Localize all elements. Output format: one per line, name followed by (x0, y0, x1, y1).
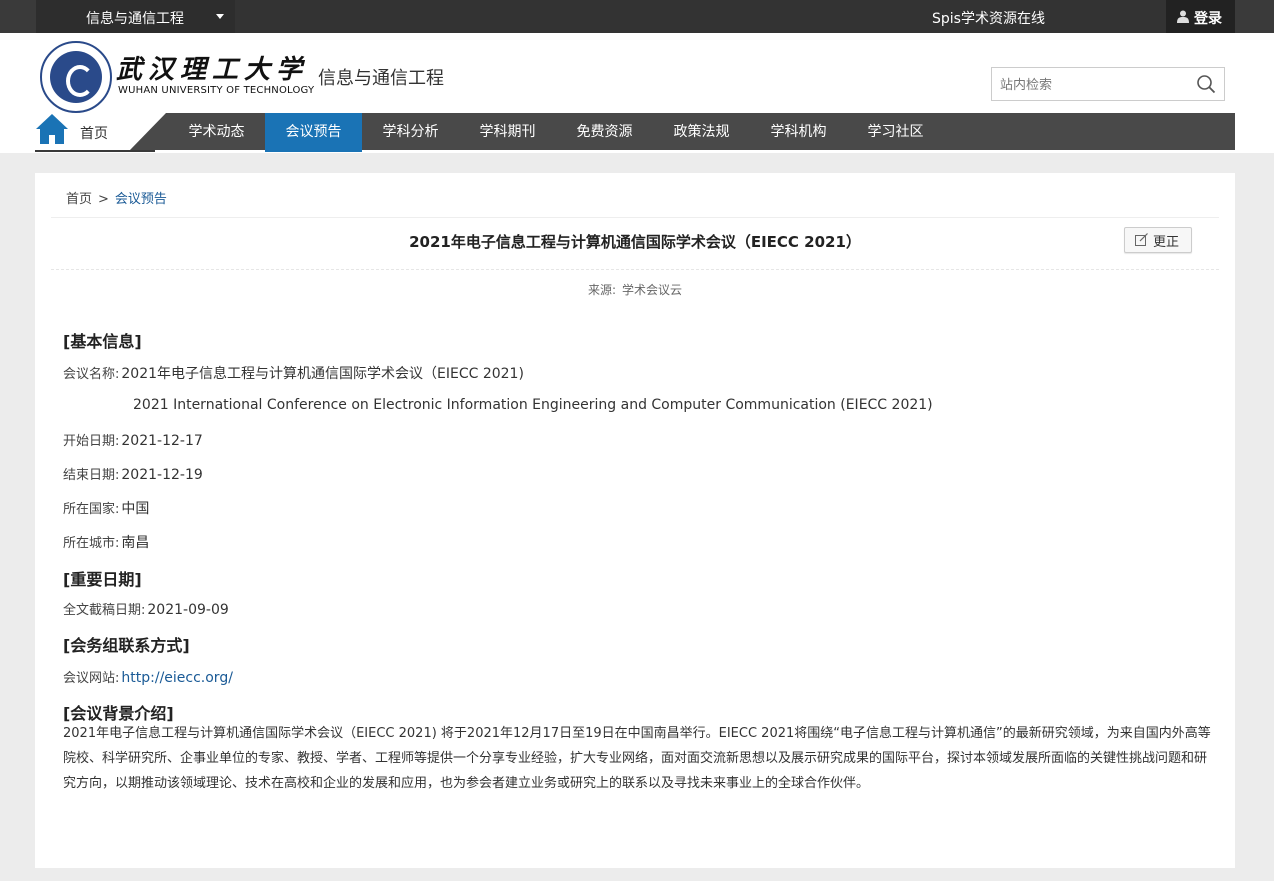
field-website: 会议网站: http://eiecc.org/ (63, 667, 233, 686)
field-label: 会议名称: (63, 367, 120, 382)
field-city: 所在城市: 南昌 (63, 532, 149, 552)
correct-button[interactable]: 更正 (1124, 227, 1192, 253)
search-input[interactable] (998, 74, 1182, 96)
content-panel: 首页 > 会议预告 2021年电子信息工程与计算机通信国际学术会议（EIECC 20… (35, 173, 1235, 868)
nav-item-discipline-analysis[interactable]: 学科分析 (362, 113, 459, 152)
site-select-dropdown[interactable]: 信息与通信工程 (36, 0, 235, 33)
field-value: 2021-12-19 (121, 467, 203, 483)
field-value: 中国 (121, 501, 150, 517)
nav-item-institutions[interactable]: 学科机构 (750, 113, 847, 152)
website-link[interactable]: http://eiecc.org/ (121, 670, 233, 686)
breadcrumb-current[interactable]: 会议预告 (115, 192, 167, 207)
university-name-en: WUHAN UNIVERSITY OF TECHNOLOGY (118, 85, 315, 96)
top-bar-inner: 信息与通信工程 Spis学术资源在线 登录 (36, 0, 1235, 33)
university-name-cn: 武汉理工大学 (116, 55, 309, 85)
portal-title[interactable]: Spis学术资源在线 (932, 8, 1045, 28)
field-end-date: 结束日期: 2021-12-19 (63, 464, 203, 483)
field-label: 会议网站: (63, 671, 120, 686)
article-source: 来源: 学术会议云 (35, 281, 1235, 298)
field-label: 所在国家: (63, 502, 120, 517)
field-value: 南昌 (121, 535, 150, 551)
nav-item-academic-news[interactable]: 学术动态 (168, 113, 265, 152)
user-icon (1177, 10, 1189, 23)
divider-dashed (51, 269, 1219, 270)
article-title: 2021年电子信息工程与计算机通信国际学术会议（EIECC 2021） (409, 233, 861, 251)
field-label: 结束日期: (63, 468, 120, 483)
nav-item-community[interactable]: 学习社区 (847, 113, 944, 152)
section-heading-contact: [会务组联系方式] (63, 636, 190, 655)
seal-emblem (66, 65, 94, 97)
nav-home-label: 首页 (80, 126, 108, 142)
chevron-down-icon (216, 14, 224, 19)
source-label: 来源: (587, 283, 617, 297)
field-value: 2021-09-09 (147, 602, 229, 618)
field-value: 2021-12-17 (121, 433, 203, 449)
field-conference-name-en: 2021 International Conference on Electro… (133, 397, 933, 413)
field-label: 所在城市: (63, 536, 120, 551)
nav-item-free-resources[interactable]: 免费资源 (556, 113, 653, 152)
field-country: 所在国家: 中国 (63, 498, 149, 518)
login-label: 登录 (1194, 11, 1222, 27)
nav-item-journals[interactable]: 学科期刊 (459, 113, 556, 152)
field-start-date: 开始日期: 2021-12-17 (63, 430, 203, 449)
background-paragraph: 2021年电子信息工程与计算机通信国际学术会议（EIECC 2021) 将于20… (63, 726, 1211, 791)
divider (51, 217, 1219, 218)
breadcrumb-home[interactable]: 首页 (66, 192, 92, 207)
section-heading-important-dates: [重要日期] (63, 570, 142, 589)
field-conference-name: 会议名称: 2021年电子信息工程与计算机通信国际学术会议（EIECC 2021) (63, 363, 524, 383)
edit-icon (1135, 233, 1148, 246)
nav-item-conference-preview[interactable]: 会议预告 (265, 113, 362, 152)
main-nav: 首页 学术动态 会议预告 学科分析 学科期刊 免费资源 政策法规 学科机构 学习… (0, 113, 1274, 152)
home-icon (36, 114, 68, 144)
field-label: 全文截稿日期: (63, 603, 146, 618)
department-title: 信息与通信工程 (318, 68, 444, 89)
login-button[interactable]: 登录 (1166, 0, 1235, 33)
top-bar: 信息与通信工程 Spis学术资源在线 登录 (0, 0, 1274, 33)
field-label: 开始日期: (63, 434, 120, 449)
field-value: 2021年电子信息工程与计算机通信国际学术会议（EIECC 2021) (121, 366, 524, 382)
site-header: 武汉理工大学 WUHAN UNIVERSITY OF TECHNOLOGY 信息… (0, 33, 1274, 153)
search-icon[interactable] (1196, 74, 1216, 94)
seal-inner (50, 51, 102, 103)
university-seal-logo[interactable] (40, 41, 112, 113)
breadcrumb: 首页 > 会议预告 (66, 188, 167, 207)
site-search-box[interactable] (991, 67, 1225, 101)
nav-item-policies[interactable]: 政策法规 (653, 113, 750, 152)
field-paper-deadline: 全文截稿日期: 2021-09-09 (63, 599, 229, 618)
site-select-label: 信息与通信工程 (86, 11, 184, 27)
source-value: 学术会议云 (622, 283, 683, 297)
correct-label: 更正 (1153, 235, 1180, 250)
breadcrumb-separator: > (98, 192, 109, 207)
section-heading-basic-info: [基本信息] (63, 332, 142, 351)
